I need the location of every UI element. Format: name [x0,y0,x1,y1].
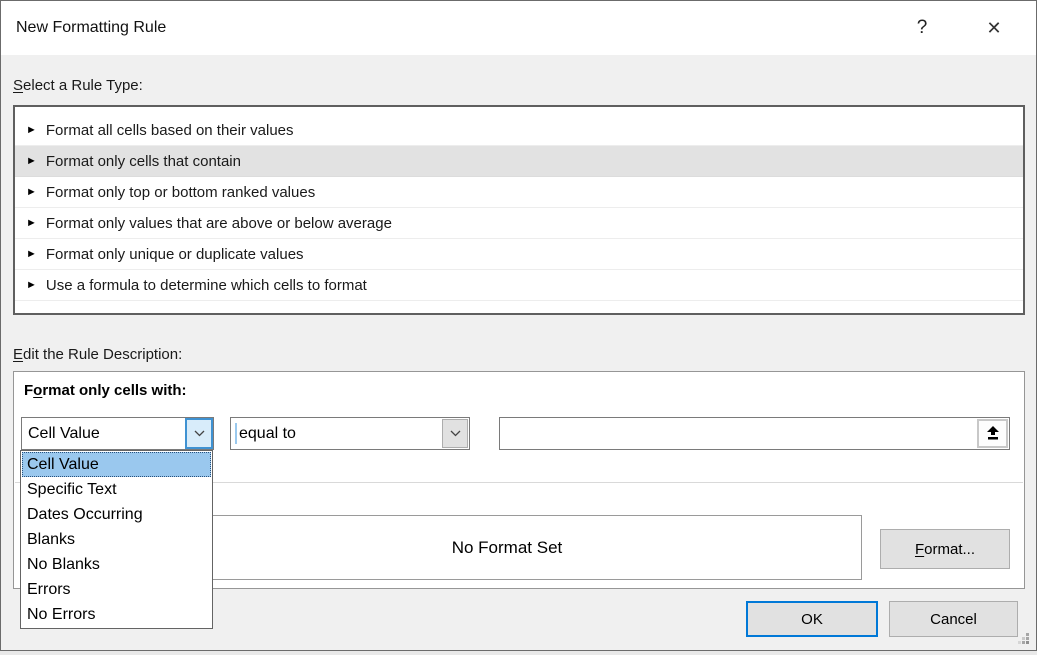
help-icon: ? [917,17,928,39]
ok-button[interactable]: OK [746,601,878,637]
rule-type-item[interactable]: ► Format only top or bottom ranked values [15,177,1023,208]
rule-type-item[interactable]: ► Format only values that are above or be… [15,208,1023,239]
pointer-icon: ► [26,218,37,229]
new-formatting-rule-dialog: New Formatting Rule ? ✕ Select a Rule Ty… [0,0,1037,651]
rule-type-item[interactable]: ► Format only unique or duplicate values [15,239,1023,270]
select-rule-type-label: Select a Rule Type: [13,77,143,94]
pointer-icon: ► [26,125,37,136]
resize-grip[interactable] [1018,633,1030,645]
dropdown-option[interactable]: Blanks [22,527,211,552]
close-button[interactable]: ✕ [972,1,1016,55]
chevron-down-icon [194,430,205,437]
pointer-icon: ► [26,187,37,198]
rule-type-item[interactable]: ► Format all cells based on their values [15,115,1023,146]
dropdown-option[interactable]: Specific Text [22,477,211,502]
rule-type-list: ►Format all cells based on their values►… [13,105,1025,315]
dialog-title: New Formatting Rule [16,1,166,55]
rule-type-item-label: Format only values that are above or bel… [46,215,392,232]
cell-value-combo-value: Cell Value [28,418,100,449]
cell-value-combo[interactable]: Cell Value [21,417,214,450]
operator-combo-value: equal to [239,418,296,449]
pointer-icon: ► [26,249,37,260]
format-only-cells-with-label: Format only cells with: [24,382,187,399]
format-preview: No Format Set [152,515,862,580]
pointer-icon: ► [26,156,37,167]
help-button[interactable]: ? [900,1,944,55]
rule-type-item-label: Format all cells based on their values [46,122,294,139]
rule-type-item-label: Format only cells that contain [46,153,241,170]
dropdown-option[interactable]: No Errors [22,602,211,627]
rule-type-item-label: Use a formula to determine which cells t… [46,277,367,294]
operator-combo-dropdown-button[interactable] [442,419,468,448]
collapse-dialog-button[interactable] [977,419,1008,448]
dropdown-option[interactable]: No Blanks [22,552,211,577]
text-caret [235,423,237,444]
chevron-down-icon [450,430,461,437]
rule-type-item-label: Format only top or bottom ranked values [46,184,315,201]
dropdown-option[interactable]: Cell Value [22,452,211,477]
rule-type-item-label: Format only unique or duplicate values [46,246,304,263]
dropdown-option[interactable]: Dates Occurring [22,502,211,527]
cell-value-dropdown-list: Cell ValueSpecific TextDates OccurringBl… [20,450,213,629]
title-bar: New Formatting Rule ? ✕ [1,1,1036,55]
preview-text: No Format Set [452,538,563,558]
close-icon: ✕ [986,18,1001,39]
cell-value-combo-dropdown-button[interactable] [186,419,212,448]
operator-combo[interactable]: equal to [230,417,470,450]
collapse-up-arrow-icon [985,426,1001,441]
rule-type-item[interactable]: ► Format only cells that contain [15,146,1023,177]
cancel-button[interactable]: Cancel [889,601,1018,637]
rule-type-item[interactable]: ► Use a formula to determine which cells … [15,270,1023,301]
dropdown-option[interactable]: Errors [22,577,211,602]
value-input[interactable] [499,417,1010,450]
edit-rule-description-label: Edit the Rule Description: [13,346,182,363]
pointer-icon: ► [26,280,37,291]
format-button[interactable]: Format... [880,529,1010,569]
